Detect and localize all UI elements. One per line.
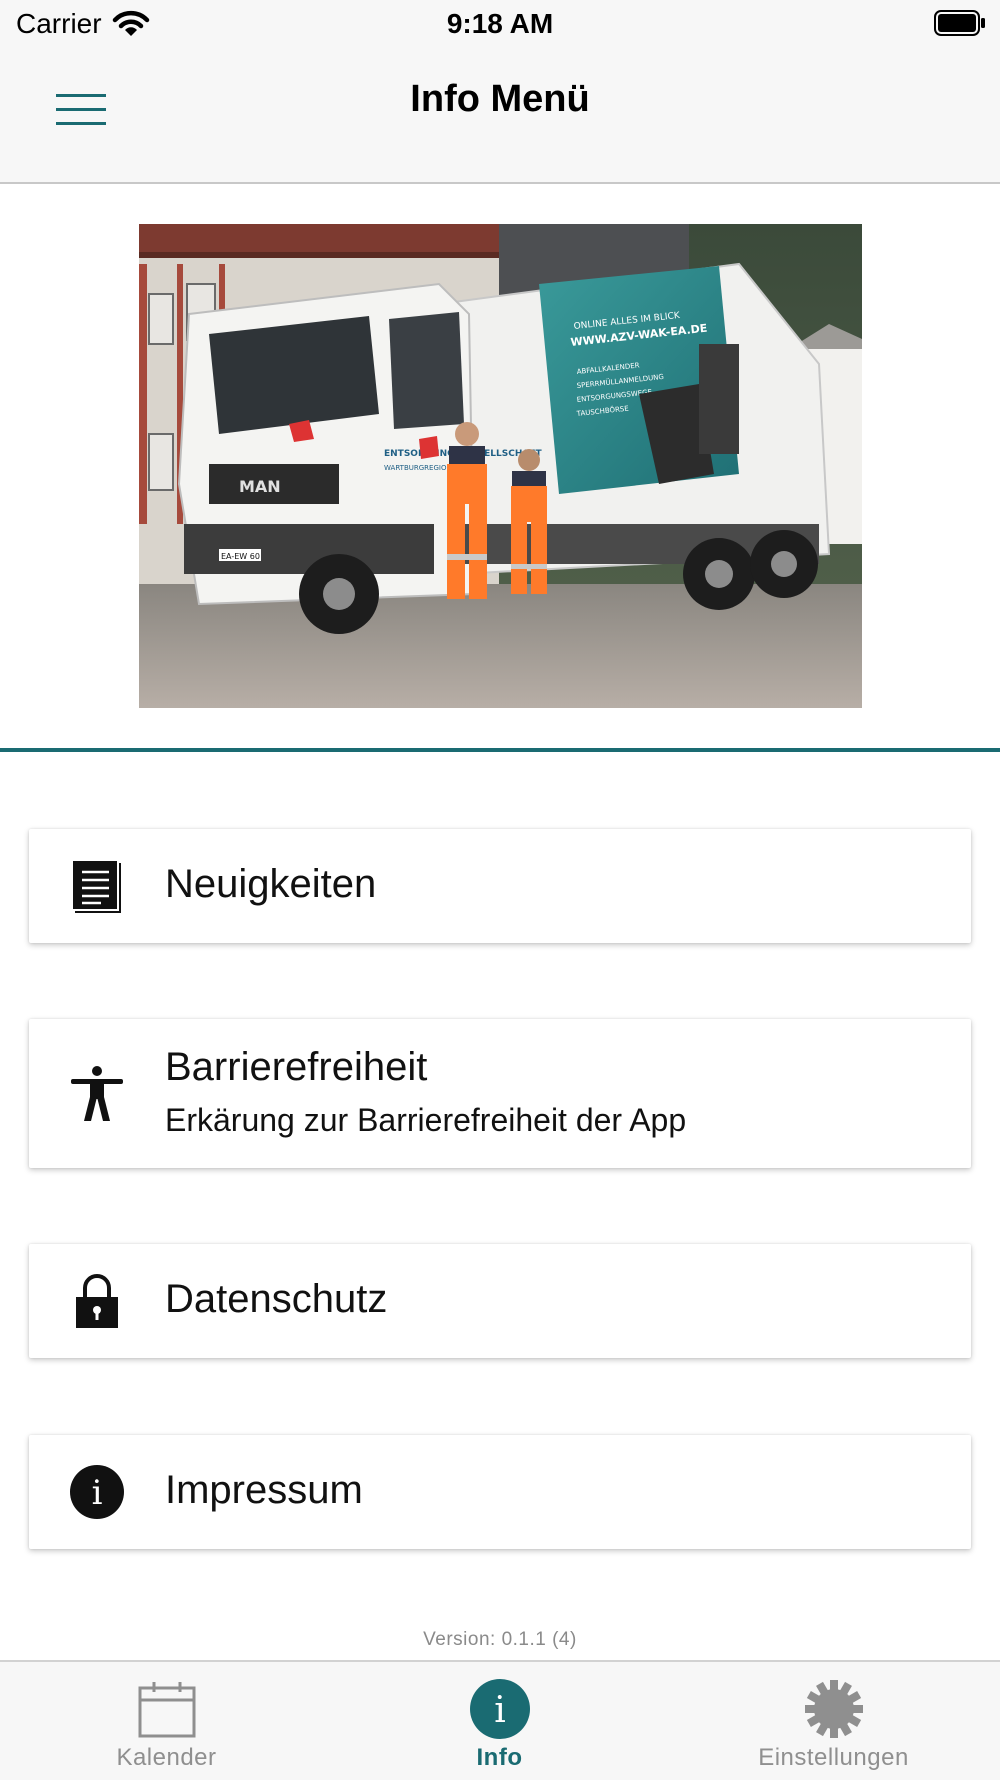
- license-plate: EA-EW 60: [221, 552, 260, 561]
- section-divider: [0, 748, 1000, 752]
- lock-icon: [76, 1274, 118, 1328]
- app-version: Version: 0.1.1 (4): [423, 1629, 577, 1650]
- battery-icon: [934, 10, 985, 36]
- gear-icon: [805, 1680, 863, 1738]
- tab-label: Info: [476, 1744, 523, 1771]
- svg-text:i: i: [494, 1690, 506, 1731]
- calendar-icon: [138, 1682, 196, 1738]
- tab-kalender[interactable]: Kalender: [0, 1662, 333, 1780]
- menu-item-title: Impressum: [165, 1468, 363, 1512]
- info-icon: i: [70, 1465, 124, 1519]
- truck-region-text: WARTBURGREGION: [384, 464, 452, 472]
- svg-text:i: i: [92, 1473, 103, 1513]
- accessibility-icon: [71, 1066, 123, 1121]
- navigation-bar: Info Menü: [0, 52, 1000, 184]
- menu-item-subtitle: Erkärung zur Barrierefreiheit der App: [165, 1102, 687, 1138]
- document-icon: [71, 859, 121, 913]
- status-bar: Carrier 9:18 AM: [0, 0, 1000, 52]
- menu-item-title: Datenschutz: [165, 1277, 388, 1321]
- hero-image-garbage-truck: ONLINE ALLES IM BLICK WWW.AZV-WAK-EA.DE …: [139, 224, 862, 708]
- tab-bar: Kalender i Info Einstellungen: [0, 1660, 1000, 1780]
- info-icon: i: [470, 1679, 530, 1739]
- tab-einstellungen[interactable]: Einstellungen: [667, 1662, 1000, 1780]
- menu-item-datenschutz[interactable]: Datenschutz: [29, 1244, 971, 1358]
- page-title: Info Menü: [410, 78, 590, 120]
- tab-info[interactable]: i Info: [333, 1662, 666, 1780]
- tab-label: Kalender: [116, 1744, 217, 1771]
- menu-item-title: Barrierefreiheit: [165, 1045, 428, 1089]
- tab-label: Einstellungen: [758, 1744, 909, 1771]
- menu-item-impressum[interactable]: i Impressum: [29, 1435, 971, 1549]
- menu-item-neuigkeiten[interactable]: Neuigkeiten: [29, 829, 971, 943]
- truck-brand: MAN: [239, 477, 281, 496]
- status-time: 9:18 AM: [446, 8, 554, 39]
- menu-item-title: Neuigkeiten: [165, 862, 377, 906]
- menu-item-barrierefreiheit[interactable]: Barrierefreiheit Erkärung zur Barrierefr…: [29, 1019, 971, 1168]
